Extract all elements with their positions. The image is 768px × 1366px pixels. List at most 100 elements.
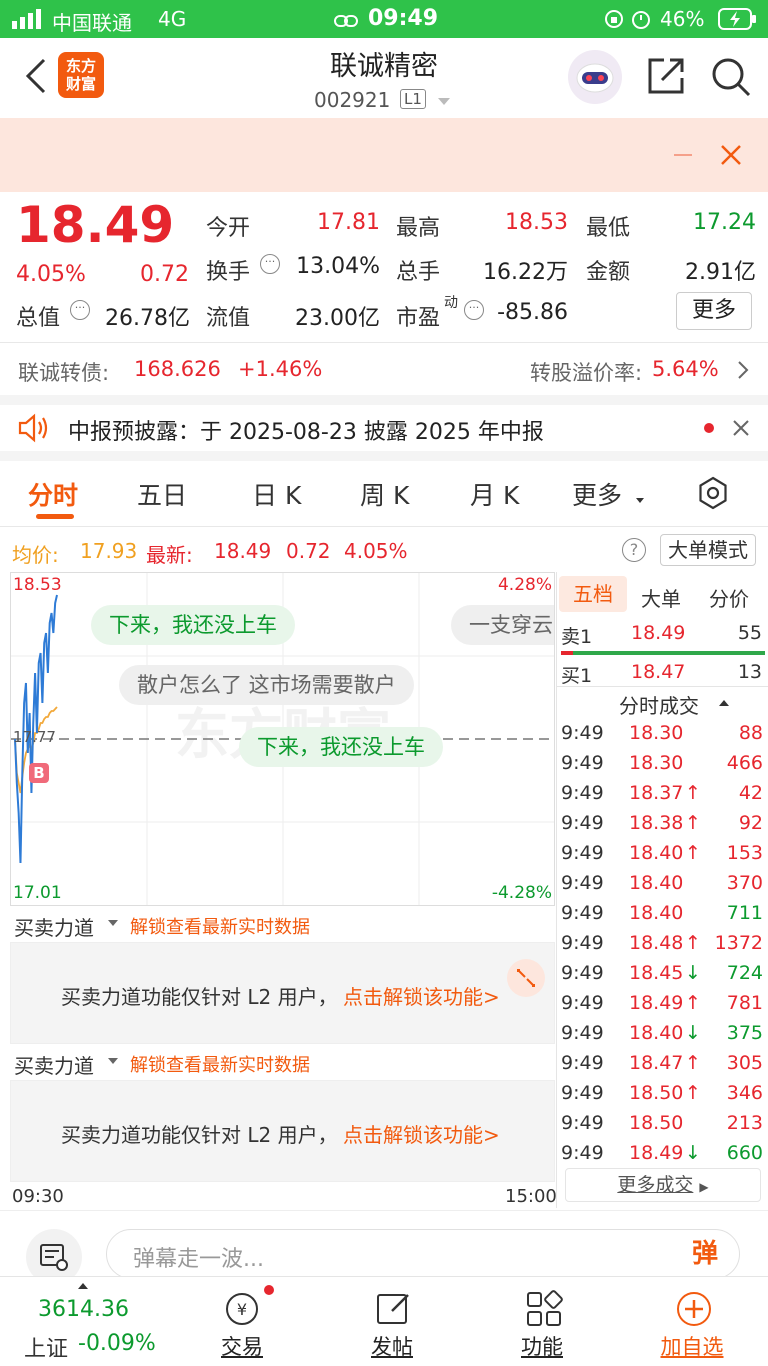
tab-price-dist[interactable]: 分价 xyxy=(709,583,749,612)
latest-value: 18.49 xyxy=(214,539,272,563)
plus-circle-icon[interactable] xyxy=(674,1289,714,1329)
tick-volume: 88 xyxy=(738,722,763,744)
index-change[interactable]: -0.09% xyxy=(78,1331,156,1356)
tick-time: 9:49 xyxy=(561,842,604,864)
buy-point-marker[interactable]: B xyxy=(29,763,49,783)
tab-function[interactable]: 功能 xyxy=(482,1331,602,1361)
tick-volume: 305 xyxy=(726,1052,763,1074)
divider xyxy=(557,686,768,687)
tab-daily-k[interactable]: 日 K xyxy=(252,476,301,512)
notice-text: 中报预披露：于 2025-08-23 披露 2025 年中报 xyxy=(68,420,544,445)
tab-monthly-k[interactable]: 月 K xyxy=(470,476,519,512)
tick-time: 9:49 xyxy=(561,782,604,804)
help-icon[interactable]: ? xyxy=(622,538,646,562)
tick-arrow: ↓ xyxy=(685,1022,701,1044)
info-icon[interactable]: ··· xyxy=(70,300,90,320)
close-icon[interactable] xyxy=(720,144,742,166)
l2-locked-panel[interactable]: 买卖力道功能仅针对 L2 用户， 点击解锁该功能> xyxy=(10,942,555,1044)
l2-unlock-action[interactable]: 点击解锁该功能> xyxy=(343,1119,500,1148)
rotation-lock-icon xyxy=(604,9,624,29)
tab-5day[interactable]: 五日 xyxy=(137,476,187,512)
bond-price: 168.626 xyxy=(134,357,221,381)
caret-up-icon[interactable] xyxy=(78,1283,88,1289)
tick-volume: 711 xyxy=(726,902,763,924)
trade-icon[interactable]: ¥ xyxy=(220,1289,264,1329)
close-icon[interactable] xyxy=(733,420,749,436)
index-value[interactable]: 3614.36 xyxy=(38,1297,129,1322)
chevron-down-icon[interactable] xyxy=(438,98,450,105)
tick-volume: 42 xyxy=(738,782,763,804)
clock: 09:49 xyxy=(368,6,439,31)
l2-locked-panel[interactable]: 买卖力道功能仅针对 L2 用户， 点击解锁该功能> xyxy=(10,1080,555,1182)
tab-intraday[interactable]: 分时 xyxy=(28,476,78,512)
high-value: 18.53 xyxy=(505,210,568,235)
l2-title[interactable]: 买卖力道 xyxy=(14,912,94,941)
tick-price: 18.50 xyxy=(629,1112,684,1134)
tick-row: 9:49 18.49 ↓ 660 xyxy=(557,1138,768,1168)
l2-header: 买卖力道 解锁查看最新实时数据 xyxy=(10,906,555,942)
l2-unlock-link[interactable]: 解锁查看最新实时数据 xyxy=(130,1051,310,1077)
l2-unlock-action[interactable]: 点击解锁该功能> xyxy=(343,981,500,1010)
chevron-right-icon[interactable] xyxy=(736,359,750,381)
tab-trade[interactable]: 交易 xyxy=(182,1331,302,1361)
more-ticks-button[interactable]: 更多成交 ▶ xyxy=(565,1168,761,1202)
tick-time: 9:49 xyxy=(561,902,604,924)
danmu-input[interactable]: 弹幕走一波... 弹 xyxy=(106,1229,740,1279)
caret-up-icon[interactable] xyxy=(719,700,729,706)
tick-price: 18.50 xyxy=(629,1082,684,1104)
change-percent: 4.05% xyxy=(16,262,86,287)
battery-percent: 46% xyxy=(660,7,705,31)
robot-avatar-icon[interactable] xyxy=(568,50,622,104)
l2-message: 买卖力道功能仅针对 L2 用户， xyxy=(61,1123,338,1147)
float-cap-value: 23.00亿 xyxy=(295,306,380,331)
grid-icon[interactable] xyxy=(524,1289,564,1329)
share-icon[interactable] xyxy=(646,56,686,96)
tick-volume: 370 xyxy=(726,872,763,894)
notice-bar[interactable]: 中报预披露：于 2025-08-23 披露 2025 年中报 xyxy=(0,405,768,451)
tick-time: 9:49 xyxy=(561,1142,604,1164)
intraday-chart[interactable]: 东方财富 18.53 17.77 17.01 4.28% -4.28% B 下来… xyxy=(10,572,555,906)
caret-icon[interactable] xyxy=(108,920,118,926)
tick-volume: 724 xyxy=(726,962,763,984)
info-icon[interactable]: ··· xyxy=(260,254,280,274)
bigorder-mode-button[interactable]: 大单模式 xyxy=(660,534,756,566)
tab-add-watchlist[interactable]: 加自选 xyxy=(632,1331,752,1361)
expand-icon[interactable] xyxy=(507,959,545,997)
index-name[interactable]: 上证 xyxy=(24,1331,68,1363)
ticks-title[interactable]: 分时成交 xyxy=(619,690,699,719)
ask1-price: 18.49 xyxy=(631,622,686,644)
info-icon[interactable]: ··· xyxy=(464,300,484,320)
y-min-label: 17.01 xyxy=(13,883,62,903)
high-label: 最高 xyxy=(396,216,441,241)
tick-arrow: ↑ xyxy=(685,992,701,1014)
tab-weekly-k[interactable]: 周 K xyxy=(360,476,409,512)
level-badge[interactable]: L1 xyxy=(400,89,426,109)
tab-bigorder[interactable]: 大单 xyxy=(641,583,681,612)
l2-title[interactable]: 买卖力道 xyxy=(14,1050,94,1079)
carrier: 中国联通 xyxy=(52,11,132,35)
tick-row: 9:49 18.40 711 xyxy=(557,898,768,928)
gear-icon[interactable] xyxy=(696,476,730,510)
more-button[interactable]: 更多 xyxy=(676,292,752,330)
danmu-toggle-button[interactable]: 弹 xyxy=(673,1232,737,1276)
tab-level5[interactable]: 五档 xyxy=(559,576,627,612)
active-tab-indicator xyxy=(36,514,74,519)
caret-icon[interactable] xyxy=(108,1058,118,1064)
minimize-icon[interactable] xyxy=(674,154,692,156)
tick-row: 9:49 18.48 ↑ 1372 xyxy=(557,928,768,958)
bond-row[interactable]: 联诚转债: 168.626 +1.46% 转股溢价率: 5.64% xyxy=(0,343,768,395)
avg-value: 17.93 xyxy=(80,539,138,563)
tick-arrow: ↓ xyxy=(685,1142,701,1164)
ad-banner[interactable] xyxy=(0,118,768,192)
tab-more[interactable]: 更多 xyxy=(572,476,622,512)
stock-code: 002921 xyxy=(314,88,391,112)
post-icon[interactable] xyxy=(374,1289,414,1329)
turnover-value: 13.04% xyxy=(296,254,380,279)
tick-row: 9:49 18.37 ↑ 42 xyxy=(557,778,768,808)
tab-post[interactable]: 发帖 xyxy=(332,1331,452,1361)
tick-arrow: ↑ xyxy=(685,1082,701,1104)
bid1-price: 18.47 xyxy=(631,661,686,683)
search-icon[interactable] xyxy=(710,56,752,98)
l2-unlock-link[interactable]: 解锁查看最新实时数据 xyxy=(130,913,310,939)
tick-arrow: ↓ xyxy=(685,962,701,984)
